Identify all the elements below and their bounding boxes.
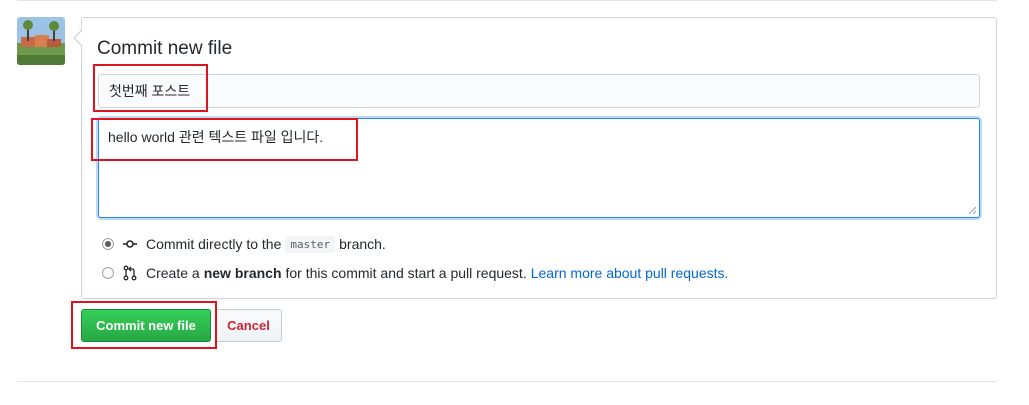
radio-new-branch[interactable]	[102, 267, 114, 279]
option-new-branch[interactable]: Create a new branch for this commit and …	[102, 263, 728, 283]
branch-name: master	[285, 235, 336, 253]
commit-title: Commit new file	[97, 38, 233, 59]
commit-description-text: hello world 관련 텍스트 파일 입니다.	[108, 129, 324, 145]
commit-message-input[interactable]: 첫번째 포스트	[98, 74, 980, 108]
git-pull-request-icon	[123, 265, 137, 281]
avatar[interactable]	[17, 17, 65, 65]
git-commit-icon	[123, 240, 137, 248]
commit-new-file-button[interactable]: Commit new file	[81, 309, 211, 342]
commit-description-textarea[interactable]: hello world 관련 텍스트 파일 입니다.	[98, 118, 980, 218]
option-commit-directly[interactable]: Commit directly to the master branch.	[102, 234, 386, 254]
cancel-button[interactable]: Cancel	[215, 309, 282, 342]
bottom-divider	[17, 381, 997, 382]
radio-commit-directly[interactable]	[102, 238, 114, 250]
top-divider	[17, 0, 997, 1]
learn-more-link[interactable]: Learn more about pull requests.	[531, 265, 729, 281]
resize-grip-icon[interactable]	[968, 206, 977, 215]
